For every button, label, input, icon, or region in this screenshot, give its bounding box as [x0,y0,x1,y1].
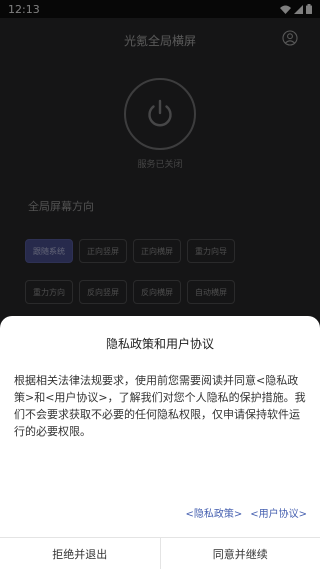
dialog-footer: 拒绝并退出 同意并继续 [0,537,320,569]
privacy-policy-link[interactable]: <隐私政策> [185,505,242,520]
user-agreement-link[interactable]: <用户协议> [250,505,307,520]
policy-links: <隐私政策> <用户协议> [185,505,307,520]
reject-exit-button[interactable]: 拒绝并退出 [0,538,160,569]
agree-continue-button[interactable]: 同意并继续 [159,538,320,569]
dialog-body: 根据相关法律法规要求，使用前您需要阅读并同意<隐私政策>和<用户协议>，了解我们… [14,374,306,438]
privacy-dialog: 隐私政策和用户协议 根据相关法律法规要求，使用前您需要阅读并同意<隐私政策>和<… [0,316,320,569]
dialog-title: 隐私政策和用户协议 [105,337,214,351]
